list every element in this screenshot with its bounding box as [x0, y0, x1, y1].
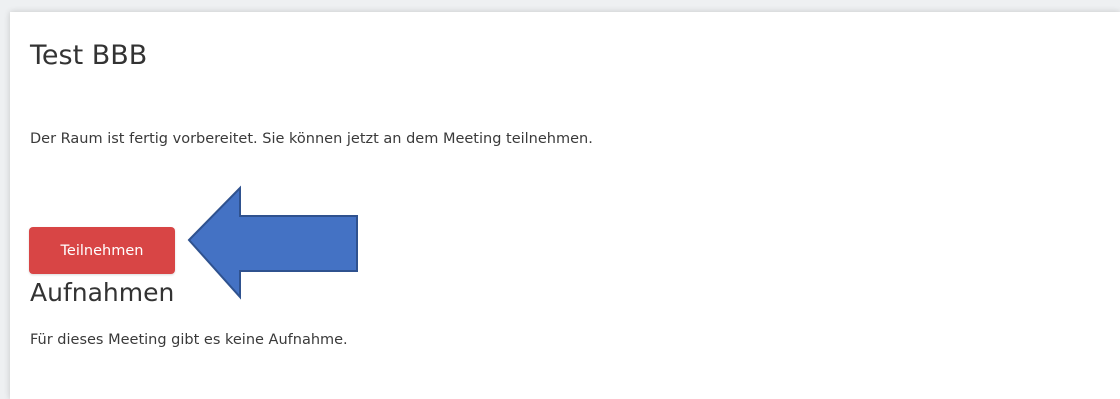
recordings-empty-text: Für dieses Meeting gibt es keine Aufnahm…	[30, 332, 348, 348]
page-title: Test BBB	[30, 40, 148, 71]
recordings-heading: Aufnahmen	[30, 278, 175, 307]
join-button[interactable]: Teilnehmen	[29, 227, 175, 274]
meeting-status-text: Der Raum ist fertig vorbereitet. Sie kön…	[30, 131, 593, 147]
meeting-panel: Test BBB Der Raum ist fertig vorbereitet…	[10, 12, 1120, 399]
